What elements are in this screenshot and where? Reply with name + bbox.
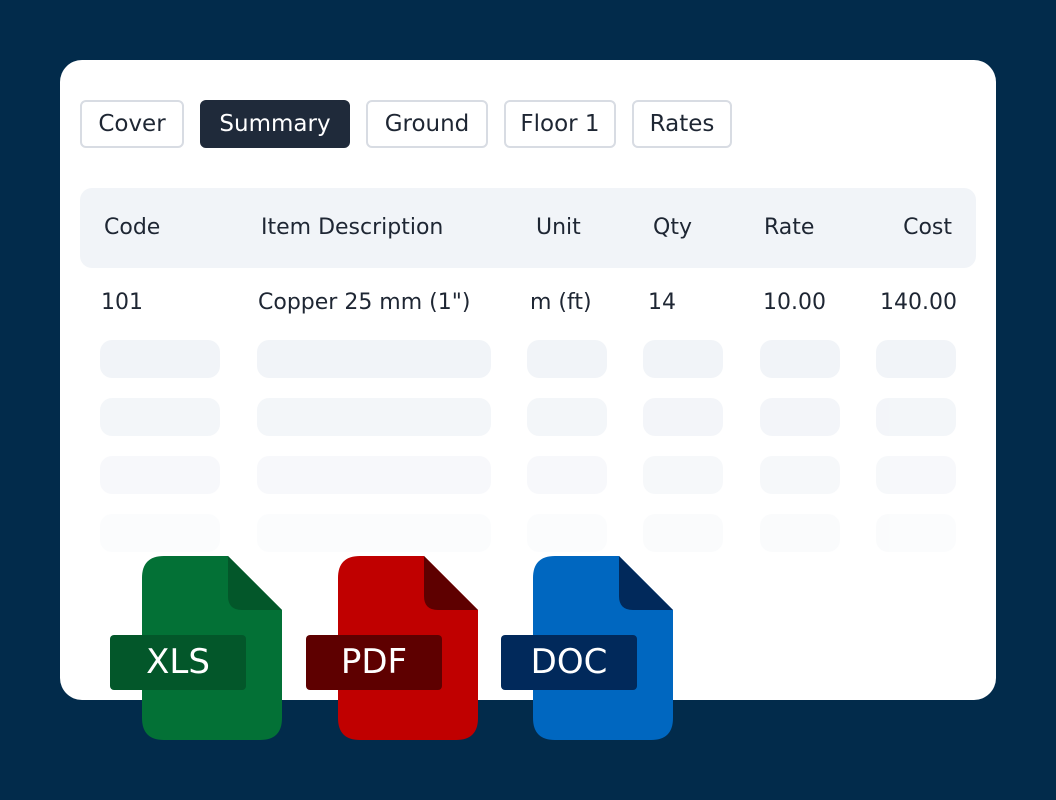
tab-cover[interactable]: Cover xyxy=(80,100,184,148)
header-rate: Rate xyxy=(764,215,815,240)
tab-ground[interactable]: Ground xyxy=(366,100,488,148)
cell-code: 101 xyxy=(101,290,143,315)
cell-unit: m (ft) xyxy=(530,290,592,315)
header-code: Code xyxy=(104,215,161,240)
placeholder-cell xyxy=(100,398,220,436)
placeholder-cell xyxy=(527,398,607,436)
header-unit: Unit xyxy=(536,215,581,240)
placeholder-cell xyxy=(876,340,956,378)
placeholder-cell xyxy=(100,514,220,552)
placeholder-cell xyxy=(527,340,607,378)
placeholder-cell xyxy=(876,514,956,552)
placeholder-cell xyxy=(760,456,840,494)
placeholder-cell xyxy=(876,398,956,436)
placeholder-cell xyxy=(760,340,840,378)
table-header: Code Item Description Unit Qty Rate Cost xyxy=(80,188,976,268)
tab-summary[interactable]: Summary xyxy=(200,100,350,148)
doc-label: DOC xyxy=(501,635,637,690)
tab-floor-1[interactable]: Floor 1 xyxy=(504,100,616,148)
placeholder-cell xyxy=(643,514,723,552)
xls-label: XLS xyxy=(110,635,246,690)
header-cost: Cost xyxy=(903,215,952,240)
placeholder-cell xyxy=(257,514,491,552)
placeholder-cell xyxy=(100,456,220,494)
placeholder-cell xyxy=(876,456,956,494)
cell-item-description: Copper 25 mm (1") xyxy=(258,290,471,315)
placeholder-cell xyxy=(527,514,607,552)
cell-qty: 14 xyxy=(648,290,676,315)
placeholder-cell xyxy=(760,514,840,552)
tab-rates[interactable]: Rates xyxy=(632,100,732,148)
header-qty: Qty xyxy=(653,215,692,240)
placeholder-cell xyxy=(100,340,220,378)
placeholder-cell xyxy=(643,398,723,436)
placeholder-cell xyxy=(257,456,491,494)
cell-cost: 140.00 xyxy=(880,290,957,315)
xls-file-icon[interactable]: XLS xyxy=(110,556,282,740)
placeholder-cell xyxy=(257,340,491,378)
header-item-description: Item Description xyxy=(261,215,444,240)
placeholder-cell xyxy=(643,456,723,494)
pdf-label: PDF xyxy=(306,635,442,690)
placeholder-cell xyxy=(527,456,607,494)
pdf-file-icon[interactable]: PDF xyxy=(306,556,478,740)
doc-file-icon[interactable]: DOC xyxy=(501,556,673,740)
placeholder-cell xyxy=(760,398,840,436)
placeholder-cell xyxy=(643,340,723,378)
placeholder-cell xyxy=(257,398,491,436)
cell-rate: 10.00 xyxy=(763,290,826,315)
